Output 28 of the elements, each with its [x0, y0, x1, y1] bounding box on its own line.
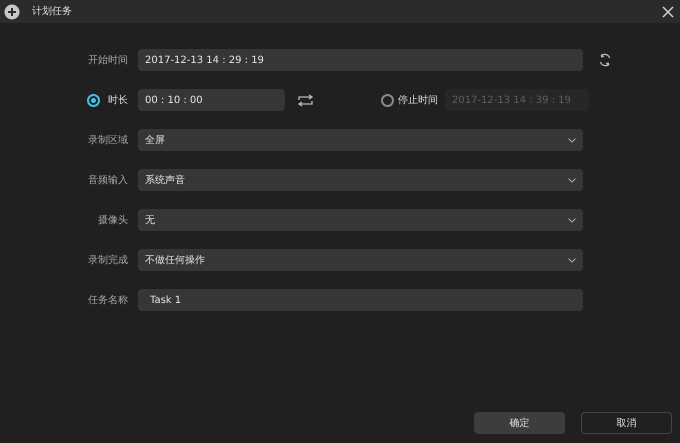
plus-circle-icon — [4, 4, 20, 20]
time-field[interactable]: 00 : 10 : 00 — [138, 89, 285, 111]
start-time-field[interactable]: 2017-12-13 14 : 29 : 19 — [138, 49, 583, 71]
chevron-down-icon — [568, 178, 576, 182]
radio-button[interactable] — [87, 94, 100, 106]
stop-time-label: 停止时间 — [398, 94, 438, 108]
chevron-down-icon — [568, 138, 576, 142]
field-label: 录制区域 — [87, 134, 129, 148]
swap-icon[interactable] — [297, 94, 314, 106]
refresh-icon[interactable] — [598, 53, 612, 67]
cancel-button[interactable]: 取消 — [581, 412, 672, 434]
chevron-down-icon — [568, 218, 576, 222]
field-label: 摄像头 — [97, 214, 129, 228]
close-icon[interactable] — [662, 6, 674, 18]
dropdown[interactable]: 全屏 — [138, 129, 583, 151]
field-label: 音频输入 — [87, 174, 129, 188]
window-title: 计划任务 — [32, 4, 72, 19]
chevron-down-icon — [568, 258, 576, 262]
dropdown[interactable]: 无 — [138, 209, 583, 231]
field-label: 开始时间 — [87, 54, 129, 68]
field-label: 任务名称 — [87, 294, 129, 308]
field-label: 录制完成 — [87, 254, 129, 268]
confirm-button[interactable]: 确定 — [474, 412, 565, 434]
dropdown[interactable]: 系统声音 — [138, 169, 583, 191]
task-name-field[interactable]: Task 1 — [138, 289, 583, 311]
radio-button[interactable] — [381, 94, 394, 106]
dropdown[interactable]: 不做任何操作 — [138, 249, 583, 271]
duration-label: 时长 — [108, 94, 128, 108]
